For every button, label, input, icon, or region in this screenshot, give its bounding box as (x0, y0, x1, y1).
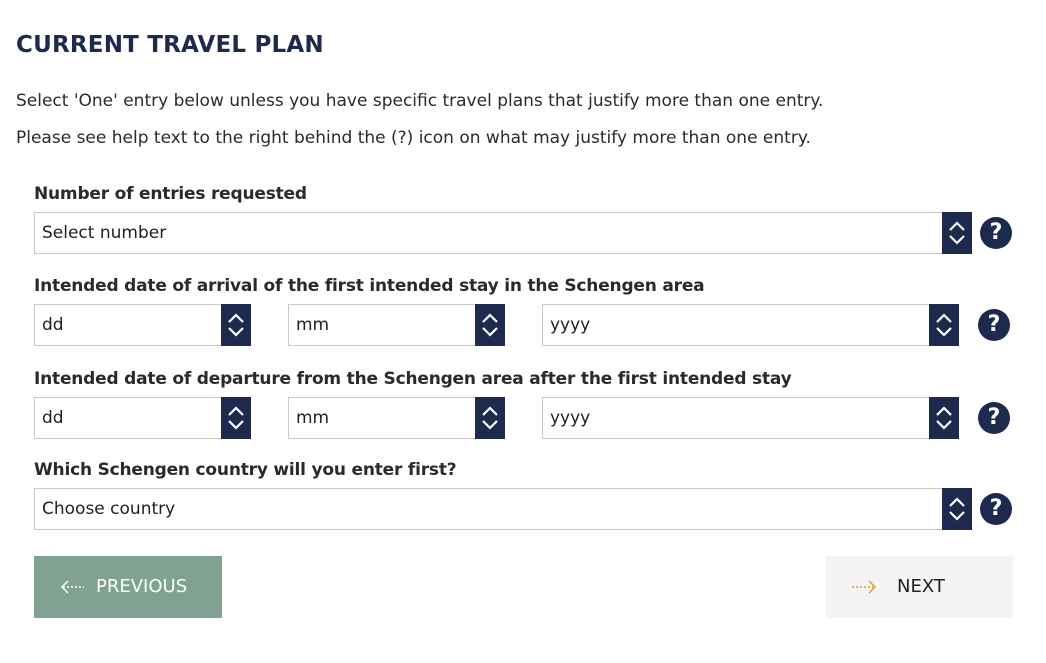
country-help-icon[interactable]: ? (980, 493, 1012, 525)
next-button-label: NEXT (897, 576, 945, 597)
arrow-left-icon (60, 577, 86, 602)
travel-plan-page: CURRENT TRAVEL PLAN Select 'One' entry b… (0, 0, 1046, 663)
chevron-up-down-icon (221, 397, 251, 439)
chevron-up-down-icon (475, 304, 505, 346)
intro-text-1: Select 'One' entry below unless you have… (16, 91, 824, 111)
chevron-up-down-icon (929, 397, 959, 439)
arrival-year-value: yyyy (550, 315, 591, 335)
arrival-month-select[interactable]: mm (288, 304, 505, 346)
intro-text-2: Please see help text to the right behind… (16, 128, 811, 148)
arrow-right-icon (851, 577, 877, 602)
departure-year-value: yyyy (550, 408, 591, 428)
page-title: CURRENT TRAVEL PLAN (16, 32, 324, 58)
entries-label: Number of entries requested (34, 184, 307, 204)
arrival-label: Intended date of arrival of the first in… (34, 276, 705, 296)
arrival-day-select[interactable]: dd (34, 304, 251, 346)
chevron-up-down-icon (475, 397, 505, 439)
departure-label: Intended date of departure from the Sche… (34, 369, 792, 389)
departure-year-select[interactable]: yyyy (542, 397, 959, 439)
entries-select[interactable]: Select number (34, 212, 972, 254)
arrival-year-select[interactable]: yyyy (542, 304, 959, 346)
arrival-help-icon[interactable]: ? (978, 309, 1010, 341)
departure-day-select[interactable]: dd (34, 397, 251, 439)
arrival-day-value: dd (42, 315, 64, 335)
departure-help-icon[interactable]: ? (978, 402, 1010, 434)
departure-month-select[interactable]: mm (288, 397, 505, 439)
chevron-up-down-icon (942, 488, 972, 530)
entries-help-icon[interactable]: ? (980, 217, 1012, 249)
previous-button[interactable]: PREVIOUS (34, 556, 222, 618)
chevron-up-down-icon (942, 212, 972, 254)
entries-select-value: Select number (42, 223, 167, 243)
previous-button-label: PREVIOUS (96, 576, 188, 597)
country-select[interactable]: Choose country (34, 488, 972, 530)
arrival-month-value: mm (296, 315, 330, 335)
country-label: Which Schengen country will you enter fi… (34, 460, 457, 480)
departure-day-value: dd (42, 408, 64, 428)
departure-month-value: mm (296, 408, 330, 428)
chevron-up-down-icon (221, 304, 251, 346)
next-button[interactable]: NEXT (826, 556, 1013, 618)
chevron-up-down-icon (929, 304, 959, 346)
country-select-value: Choose country (42, 499, 176, 519)
